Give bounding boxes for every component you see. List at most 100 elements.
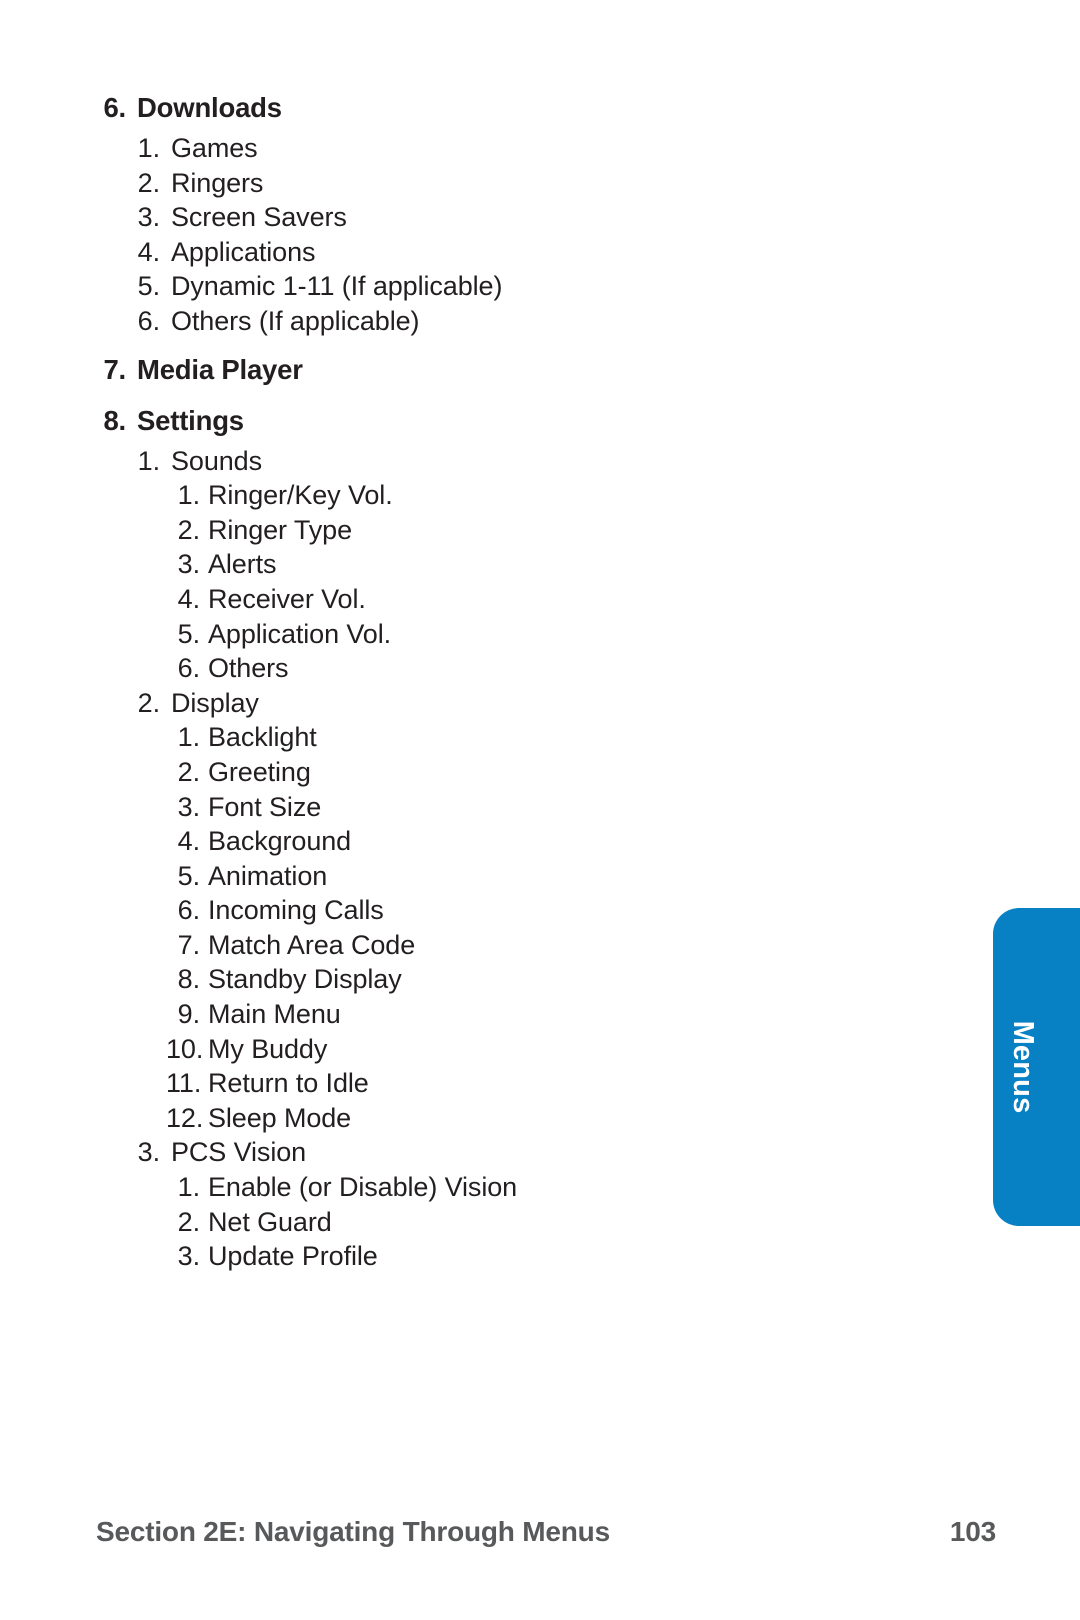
footer-page-number: 103 [949,1516,996,1547]
menu-item-label: Sleep Mode [208,1102,352,1133]
menu-item-number: 6. [177,895,200,926]
menu-item-label: Ringers [171,167,264,198]
menu-item-number: 2. [177,756,200,787]
menu-outline: 6. Downloads 1. Games 2. Ringers 3. Screen Save… [96,88,896,1274]
menu-item-row: 6. Others (If applicable) [96,304,896,339]
menu-item-row: 3. Update Profile [96,1239,896,1274]
menu-item-number: 1. [177,480,200,511]
menu-item-label: Applications [171,236,316,267]
menu-item-number: 1. [137,445,160,476]
menu-item-label: Update Profile [208,1241,378,1272]
menu-item-row: 2. Ringer Type [96,513,896,548]
menu-item-row: 1. Games [96,131,896,166]
menu-item-row: 7. Match Area Code [96,928,896,963]
menu-item-label: Ringer Type [208,514,352,545]
menu-item-label: Display [171,687,259,718]
menu-item-number: 1. [137,133,160,163]
menu-item-label: Receiver Vol. [208,583,366,614]
menu-item-number: 3. [137,202,160,233]
menu-item-number: 5. [177,618,200,649]
menu-item-number: 8. [177,964,200,995]
menu-item-label: Ringer/Key Vol. [208,480,393,511]
menu-item-number: 9. [177,999,200,1030]
footer-section-title: Section 2E: Navigating Through Menus [96,1516,610,1547]
menu-item-number: 2. [177,514,200,545]
section-thumb-tab-label: Menus [1007,1020,1040,1114]
menu-item-label: Media Player [137,353,303,385]
section-thumb-tab: Menus [993,908,1080,1226]
menu-heading-row: 7. Media Player [96,350,896,390]
menu-item-number: 7. [103,353,126,385]
manual-page: 6. Downloads 1. Games 2. Ringers 3. Screen Save… [0,0,1080,1620]
menu-item-label: Animation [208,860,328,891]
menu-item-row: 4. Receiver Vol. [96,582,896,617]
menu-item-row: 3. PCS Vision [96,1135,896,1170]
menu-item-number: 6. [177,653,200,684]
menu-item-row: 10. My Buddy [96,1032,896,1067]
menu-item-row: 1. Enable (or Disable) Vision [96,1170,896,1205]
menu-item-number: 1. [177,1172,200,1203]
menu-item-label: Background [208,826,352,857]
menu-item-label: Settings [137,404,244,436]
menu-item-label: Others (If applicable) [171,305,420,336]
menu-item-label: Alerts [208,549,277,580]
menu-item-label: PCS Vision [171,1137,307,1168]
menu-item-number: 4. [137,236,160,267]
menu-item-row: 9. Main Menu [96,997,896,1032]
menu-item-number: 2. [137,167,160,198]
menu-item-row: 3. Alerts [96,547,896,582]
menu-item-label: Dynamic 1-11 (If applicable) [171,271,503,302]
menu-item-label: Downloads [137,92,282,123]
menu-item-number: 3. [177,791,200,822]
menu-item-number: 2. [137,687,160,718]
menu-item-label: Main Menu [208,999,341,1030]
menu-heading-row: 8. Settings [96,401,896,441]
menu-item-label: Screen Savers [171,202,347,233]
menu-item-number: 5. [177,860,200,891]
menu-item-number: 4. [177,826,200,857]
menu-item-number: 3. [177,549,200,580]
menu-item-row: 3. Screen Savers [96,200,896,235]
menu-item-row: 3. Font Size [96,790,896,825]
menu-item-number: 8. [103,404,126,436]
menu-item-row: 2. Net Guard [96,1205,896,1240]
menu-item-number: 4. [177,583,200,614]
menu-item-row: 2. Display [96,686,896,721]
menu-item-row: 12. Sleep Mode [96,1101,896,1136]
menu-item-label: Enable (or Disable) Vision [208,1172,518,1203]
page-footer: Section 2E: Navigating Through Menus 103 [96,1516,996,1548]
menu-item-label: My Buddy [208,1033,328,1064]
menu-item-number: 11. [166,1068,202,1099]
menu-item-row: 2. Greeting [96,755,896,790]
menu-item-number: 7. [177,929,200,960]
menu-item-label: Backlight [208,722,317,753]
menu-item-row: 2. Ringers [96,166,896,201]
menu-item-label: Sounds [171,445,262,476]
menu-item-row: 8. Standby Display [96,962,896,997]
menu-item-row: 4. Applications [96,235,896,270]
menu-item-row: 1. Sounds [96,444,896,479]
menu-item-label: Standby Display [208,964,402,995]
menu-heading-row: 6. Downloads [96,88,896,128]
menu-item-label: Application Vol. [208,618,392,649]
menu-item-row: 1. Backlight [96,720,896,755]
menu-item-number: 6. [103,92,126,123]
menu-item-label: Match Area Code [208,929,416,960]
menu-item-row: 6. Incoming Calls [96,893,896,928]
menu-item-row: 4. Background [96,824,896,859]
menu-item-label: Games [171,133,258,163]
menu-item-number: 3. [137,1137,160,1168]
menu-item-label: Incoming Calls [208,895,384,926]
menu-item-row: 5. Application Vol. [96,617,896,652]
menu-item-row: 5. Dynamic 1-11 (If applicable) [96,269,896,304]
menu-item-row: 1. Ringer/Key Vol. [96,478,896,513]
menu-item-label: Others [208,653,289,684]
menu-item-label: Net Guard [208,1206,332,1237]
menu-item-number: 2. [177,1206,200,1237]
menu-item-number: 3. [177,1241,200,1272]
menu-item-label: Font Size [208,791,322,822]
menu-item-number: 5. [137,271,160,302]
menu-item-number: 1. [177,722,200,753]
menu-item-row: 5. Animation [96,859,896,894]
menu-item-row: 6. Others [96,651,896,686]
